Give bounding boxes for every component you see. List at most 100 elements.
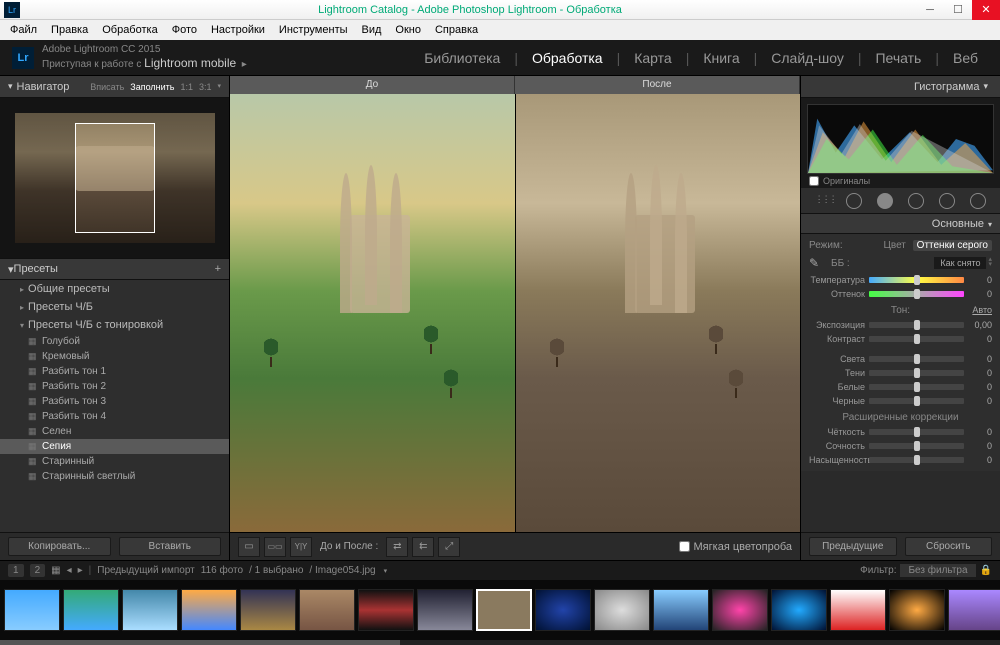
radial-tool-icon[interactable] xyxy=(939,193,955,209)
module-web[interactable]: Веб xyxy=(943,46,988,70)
paste-button[interactable]: Вставить xyxy=(119,537,222,556)
swap-button[interactable]: ⇄ xyxy=(386,537,408,557)
originals-checkbox[interactable] xyxy=(809,176,819,186)
menu-tools[interactable]: Инструменты xyxy=(273,22,354,38)
filmstrip xyxy=(0,580,1000,640)
module-develop[interactable]: Обработка xyxy=(522,46,613,70)
treatment-gray[interactable]: Оттенки серого xyxy=(913,240,992,251)
preset-item[interactable]: Кремовый xyxy=(0,349,229,364)
close-button[interactable]: ✕ xyxy=(972,0,1000,20)
add-preset-button[interactable]: + xyxy=(215,263,221,275)
copy-before-button[interactable]: ⇇ xyxy=(412,537,434,557)
tint-slider[interactable] xyxy=(869,291,964,297)
filmstrip-scrollbar[interactable] xyxy=(0,640,1000,645)
navigator-preview[interactable] xyxy=(0,98,229,258)
wb-stepper-icon[interactable]: ▴▾ xyxy=(988,258,992,268)
preset-item[interactable]: Разбить тон 2 xyxy=(0,379,229,394)
contrast-slider[interactable] xyxy=(869,336,964,342)
histogram-panel[interactable]: Оригиналы xyxy=(801,98,1000,188)
module-slideshow[interactable]: Слайд-шоу xyxy=(761,46,854,70)
filter-dropdown[interactable]: Без фильтра xyxy=(900,564,975,577)
clarity-slider[interactable] xyxy=(869,429,964,435)
copy-after-button[interactable]: ⤢ xyxy=(438,537,460,557)
source-label[interactable]: Предыдущий импорт xyxy=(97,565,195,576)
preset-item-selected[interactable]: Сепия xyxy=(0,439,229,454)
prev-photo-button[interactable]: ◂ xyxy=(67,565,72,576)
histogram-title: Гистограмма xyxy=(914,81,980,93)
filter-lock-icon[interactable]: 🔒 xyxy=(980,565,992,576)
preset-item[interactable]: Разбить тон 4 xyxy=(0,409,229,424)
auto-tone-button[interactable]: Авто xyxy=(972,305,992,315)
preset-group[interactable]: Пресеты Ч/Б с тонировкой xyxy=(0,316,229,334)
compare-yy-button[interactable]: Y|Y xyxy=(290,537,312,557)
copy-button[interactable]: Копировать... xyxy=(8,537,111,556)
presets-header[interactable]: ▾ Пресеты + xyxy=(0,258,229,280)
menu-view[interactable]: Вид xyxy=(356,22,388,38)
preset-item[interactable]: Голубой xyxy=(0,334,229,349)
preset-group[interactable]: Пресеты Ч/Б xyxy=(0,298,229,316)
temp-slider[interactable] xyxy=(869,277,964,283)
nav-3to1[interactable]: 3:1 xyxy=(199,82,212,92)
lightroom-mobile-link[interactable]: Lightroom mobile xyxy=(144,56,236,70)
vibrance-slider[interactable] xyxy=(869,443,964,449)
menu-edit[interactable]: Правка xyxy=(45,22,94,38)
blacks-slider[interactable] xyxy=(869,398,964,404)
menu-photo[interactable]: Фото xyxy=(166,22,203,38)
nav-fit[interactable]: Вписать xyxy=(90,82,124,92)
minimize-button[interactable]: ─ xyxy=(916,0,944,20)
preset-item[interactable]: Селен xyxy=(0,424,229,439)
loupe-view-button[interactable]: ▭ xyxy=(238,537,260,557)
reset-button[interactable]: Сбросить xyxy=(905,537,993,556)
navigator-selection[interactable] xyxy=(75,123,155,233)
wb-picker-icon[interactable]: ✎ xyxy=(809,256,823,270)
grid-icon[interactable]: ▦ xyxy=(51,565,60,576)
menu-settings[interactable]: Настройки xyxy=(205,22,271,38)
wb-dropdown[interactable]: Как снято xyxy=(934,257,986,269)
path-menu-icon[interactable]: ▾ xyxy=(384,567,388,575)
menubar: Файл Правка Обработка Фото Настройки Инс… xyxy=(0,20,1000,40)
compare-view[interactable] xyxy=(230,94,800,532)
maximize-button[interactable]: ☐ xyxy=(944,0,972,20)
shadows-slider[interactable] xyxy=(869,370,964,376)
histogram-header[interactable]: Гистограмма ▾ xyxy=(801,76,1000,98)
compare-lr-button[interactable]: ▭▭ xyxy=(264,537,286,557)
highlights-slider[interactable] xyxy=(869,356,964,362)
lightroom-logo: Lr xyxy=(12,47,34,69)
preset-item[interactable]: Разбить тон 1 xyxy=(0,364,229,379)
saturation-slider[interactable] xyxy=(869,457,964,463)
preset-group[interactable]: Общие пресеты xyxy=(0,280,229,298)
previous-button[interactable]: Предыдущие xyxy=(809,537,897,556)
identity-plate: Adobe Lightroom CC 2015 Приступая к рабо… xyxy=(42,44,247,71)
navigator-header[interactable]: ▾ Навигатор Вписать Заполнить 1:1 3:1 ▾ xyxy=(0,76,229,98)
nav-1to1[interactable]: 1:1 xyxy=(180,82,193,92)
next-photo-button[interactable]: ▸ xyxy=(78,565,83,576)
preset-item[interactable]: Старинный xyxy=(0,454,229,469)
after-label: После xyxy=(515,76,800,94)
originals-label: Оригиналы xyxy=(823,176,870,186)
nav-zoom-menu-icon[interactable]: ▾ xyxy=(217,82,221,92)
preset-item[interactable]: Старинный светлый xyxy=(0,469,229,484)
softproof-checkbox[interactable] xyxy=(679,541,690,552)
redeye-tool-icon[interactable] xyxy=(877,193,893,209)
nav-fill[interactable]: Заполнить xyxy=(130,82,174,92)
module-print[interactable]: Печать xyxy=(865,46,931,70)
module-book[interactable]: Книга xyxy=(693,46,749,70)
menu-file[interactable]: Файл xyxy=(4,22,43,38)
spot-tool-icon[interactable] xyxy=(846,193,862,209)
menu-help[interactable]: Справка xyxy=(429,22,484,38)
menu-window[interactable]: Окно xyxy=(389,22,427,38)
menu-develop[interactable]: Обработка xyxy=(96,22,163,38)
preset-item[interactable]: Разбить тон 3 xyxy=(0,394,229,409)
exposure-slider[interactable] xyxy=(869,322,964,328)
gradient-tool-icon[interactable] xyxy=(908,193,924,209)
crop-tool-icon[interactable] xyxy=(815,193,831,209)
grid-1-button[interactable]: 1 xyxy=(8,564,24,577)
brush-tool-icon[interactable] xyxy=(970,193,986,209)
module-map[interactable]: Карта xyxy=(624,46,681,70)
basic-header[interactable]: Основные▾ xyxy=(801,214,1000,234)
grid-2-button[interactable]: 2 xyxy=(30,564,46,577)
whites-slider[interactable] xyxy=(869,384,964,390)
treatment-color[interactable]: Цвет xyxy=(879,240,909,251)
module-library[interactable]: Библиотека xyxy=(414,46,510,70)
before-label: До xyxy=(230,76,515,94)
